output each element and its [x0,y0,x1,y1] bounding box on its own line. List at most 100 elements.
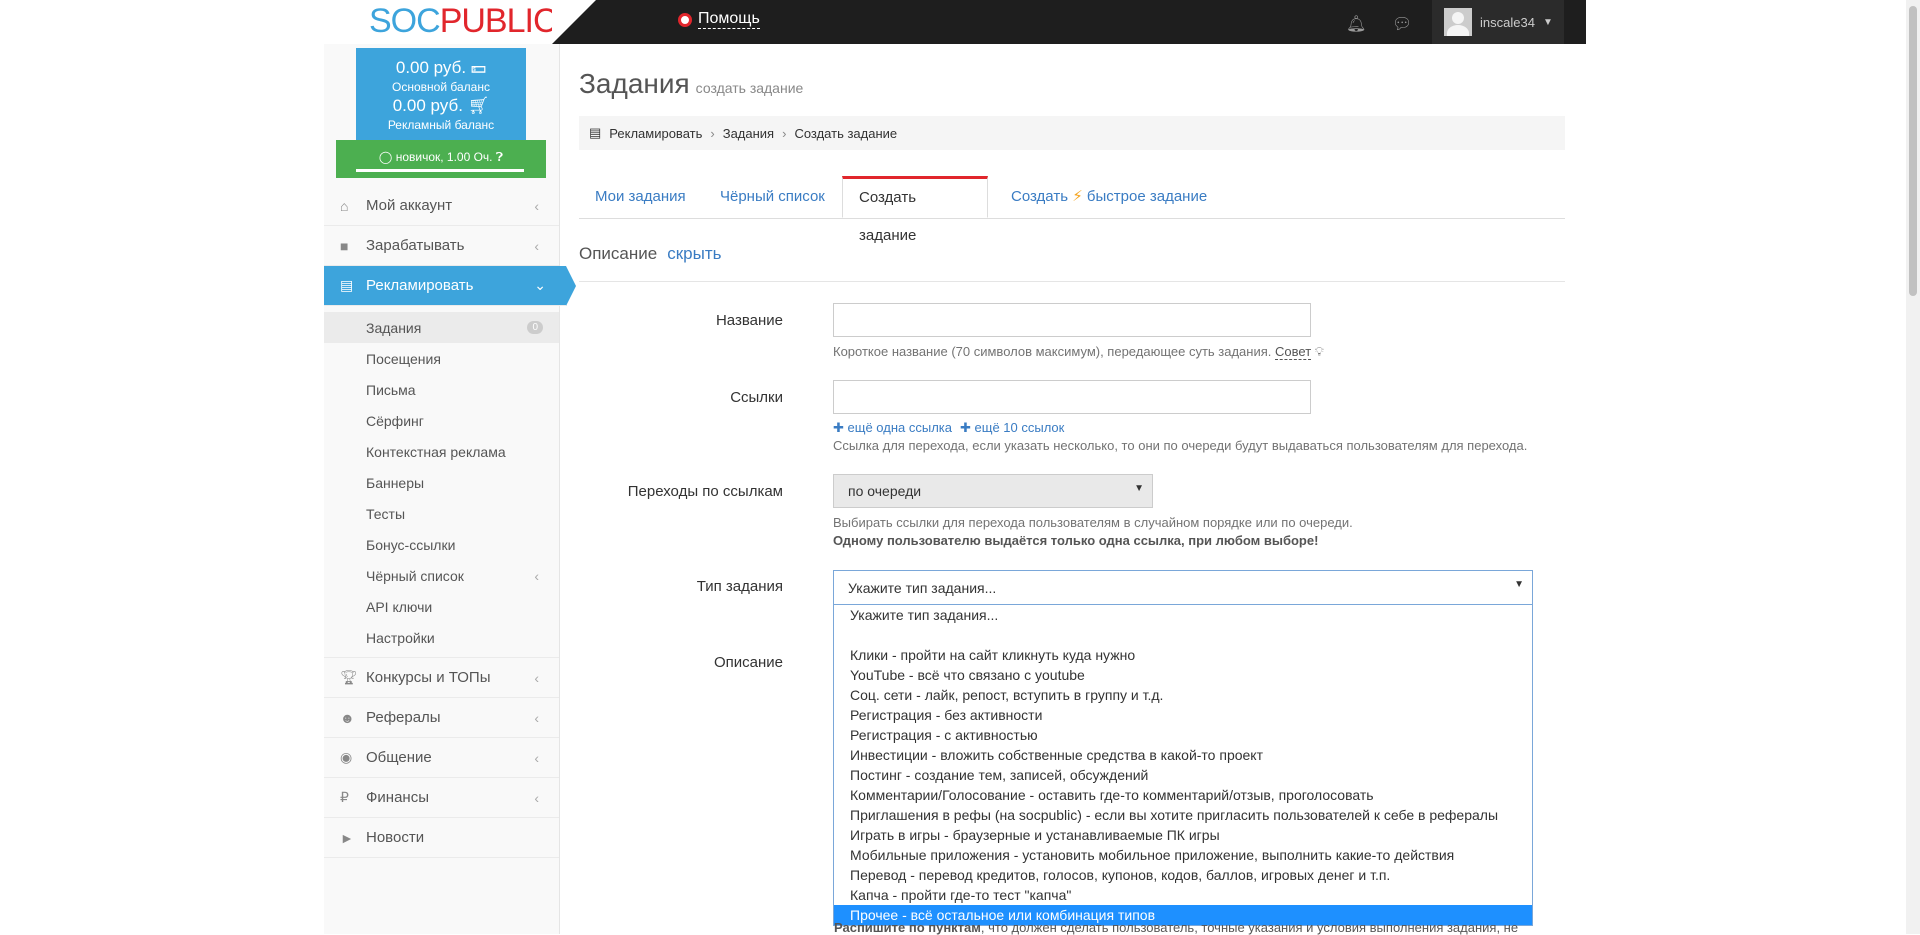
circle-icon: ◯ [378,150,393,164]
sidebar-subitem-settings[interactable]: Настройки [324,622,559,653]
sidebar-item-label: Общение [366,749,432,766]
sidebar-item-news[interactable]: ► Новости [324,818,559,858]
sidebar-item-chat[interactable]: ◉ Общение ‹ [324,738,559,778]
main-balance-amount[interactable]: 0.00 руб. 💵︎ [356,58,526,78]
tab-create[interactable]: Создать задание [842,176,988,244]
sidebar-subitem-label: Контекстная реклама [366,443,506,460]
sidebar-subitem-label: Бонус-ссылки [366,536,456,553]
breadcrumb-separator: › [710,125,715,141]
sidebar-subitem-label: Письма [366,381,416,398]
type-option[interactable]: Приглашения в рефы (на socpublic) - если… [834,805,1532,825]
page-title: Задания создать задание [579,68,803,100]
tab-my-tasks[interactable]: Мои задания [579,176,702,218]
sidebar-subitem-surfing[interactable]: Сёрфинг [324,405,559,436]
ad-balance-label: Рекламный баланс [387,118,495,132]
sidebar-subitem-tasks[interactable]: Задания 0 [324,312,559,343]
sidebar-item-finance[interactable]: ₽ Финансы ‹ [324,778,559,818]
help-label: Помощь [698,10,760,29]
type-select[interactable]: Укажите тип задания... ▼ [834,571,1532,605]
help-link[interactable]: Помощь [678,10,760,29]
name-input[interactable] [833,303,1311,337]
sidebar-subitem-label: Тесты [366,505,406,522]
sidebar-subitem-api[interactable]: API ключи [324,591,559,622]
tab-blacklist[interactable]: Чёрный список [704,176,841,218]
balance-panel: 0.00 руб. 💵︎ Основной баланс 0.00 руб. 🛒… [356,48,526,148]
sidebar-item-earn[interactable]: ■ Зарабатывать ‹ [324,226,559,266]
description-help-text: , что должен сделать пользователь, точны… [980,920,1519,935]
sidebar-subitem-bonus[interactable]: Бонус-ссылки [324,529,559,560]
type-option[interactable]: Перевод - перевод кредитов, голосов, куп… [834,865,1532,885]
sidebar-subitem-banners[interactable]: Баннеры [324,467,559,498]
sidebar-item-contests[interactable]: 🏆︎ Конкурсы и ТОПы ‹ [324,658,559,698]
type-option[interactable]: Регистрация - без активности [834,705,1532,725]
user-menu[interactable]: inscale34 ▼ [1432,0,1564,44]
question-icon[interactable]: ❓︎ [496,150,503,164]
chevron-left-icon: ‹ [534,669,539,686]
tab-quick-create[interactable]: Создать ⚡︎ быстрое задание [995,176,1223,218]
name-label: Название [715,312,783,329]
sidebar-item-label: Рекламировать [366,277,474,294]
chart-icon: ▤ [340,277,354,293]
chat-icon[interactable]: 💬︎ [1392,14,1412,34]
sidebar-subitem-label: Чёрный список [366,567,464,584]
breadcrumb: ▤ Рекламировать › Задания › Создать зада… [579,116,1565,150]
transitions-select[interactable]: по очереди ▼ [833,474,1153,508]
avatar [1444,8,1472,36]
sidebar-item-advertise[interactable]: ▤ Рекламировать ⌄ [324,266,576,306]
type-option[interactable]: YouTube - всё что связано с youtube [834,665,1532,685]
sidebar-subitem-letters[interactable]: Письма [324,374,559,405]
hide-link[interactable]: скрыть [667,244,721,263]
sidebar-subitem-tests[interactable]: Тесты [324,498,559,529]
ad-balance-value: 0.00 руб. [392,96,463,115]
logo[interactable]: SOCPUBLIC [369,2,558,41]
type-options: Укажите тип задания... Клики - пройти на… [834,605,1532,925]
sidebar-item-label: Рефералы [366,709,441,726]
chevron-down-icon: ⌄ [534,277,546,293]
scroll-thumb[interactable] [1909,6,1917,296]
type-option[interactable]: Инвестиции - вложить собственные средств… [834,745,1532,765]
type-dropdown[interactable]: Укажите тип задания... ▼ Укажите тип зада… [833,570,1533,926]
tab-quick-post: быстрое задание [1086,188,1208,205]
tabs: Мои задания Чёрный список Создать задани… [579,176,1565,244]
ad-balance-amount[interactable]: 0.00 руб. 🛒︎ [356,96,526,116]
type-option[interactable]: Соц. сети - лайк, репост, вступить в гру… [834,685,1532,705]
type-option[interactable]: Капча - пройти где-то тест "капча" [834,885,1532,905]
type-option-blank[interactable] [834,625,1532,645]
type-option[interactable]: Регистрация - с активностью [834,725,1532,745]
caret-down-icon: ▼ [1514,579,1524,590]
type-option[interactable]: Мобильные приложения - установить мобиль… [834,845,1532,865]
add-one-link[interactable]: ✚ ещё одна ссылка [833,420,952,435]
tasks-count-badge: 0 [527,321,543,334]
add-ten-links[interactable]: ✚ ещё 10 ссылок [960,420,1064,435]
sidebar-subitem-visits[interactable]: Посещения [324,343,559,374]
lightning-icon: ⚡︎ [1072,188,1083,205]
sidebar-subitem-blacklist[interactable]: Чёрный список ‹ [324,560,559,591]
sidebar-subitem-context[interactable]: Контекстная реклама [324,436,559,467]
sidebar-submenu: Задания 0 Посещения Письма Сёрфинг Контек… [324,306,559,658]
transitions-value: по очереди [848,483,922,499]
name-help-text: Короткое название (70 символов максимум)… [833,344,1272,359]
sidebar-subitem-label: Посещения [366,350,441,367]
chevron-left-icon: ‹ [534,237,539,254]
trophy-icon: 🏆︎ [340,669,358,685]
type-option[interactable]: Играть в игры - браузерные и устанавлива… [834,825,1532,845]
tip-link[interactable]: Совет [1275,344,1312,360]
logo-part-public: PUBLIC [439,2,558,40]
sidebar-item-account[interactable]: ⌂ Мой аккаунт ‹ [324,186,559,226]
chevron-left-icon: ‹ [534,567,539,584]
type-option[interactable]: Постинг - создание тем, записей, обсужде… [834,765,1532,785]
type-option[interactable]: Комментарии/Голосование - оставить где-т… [834,785,1532,805]
bell-icon[interactable]: 🔔︎ [1346,14,1366,34]
type-option[interactable]: Укажите тип задания... [834,605,1532,625]
add-ten-links-label: ещё 10 ссылок [974,420,1065,435]
description-help-bold: Распишите по пунктам [834,920,981,935]
level-panel: ◯ новичок, 1.00 Оч. ❓︎ [336,140,546,178]
breadcrumb-tasks[interactable]: Задания [723,126,774,141]
briefcase-icon: ■ [340,237,349,254]
page-scrollbar[interactable] [1906,0,1920,934]
links-input[interactable] [833,380,1311,414]
breadcrumb-advertise[interactable]: Рекламировать [609,126,702,141]
type-option[interactable]: Клики - пройти на сайт кликнуть куда нуж… [834,645,1532,665]
plus-icon: ✚ [833,420,844,435]
sidebar-item-referrals[interactable]: ☻ Рефералы ‹ [324,698,559,738]
